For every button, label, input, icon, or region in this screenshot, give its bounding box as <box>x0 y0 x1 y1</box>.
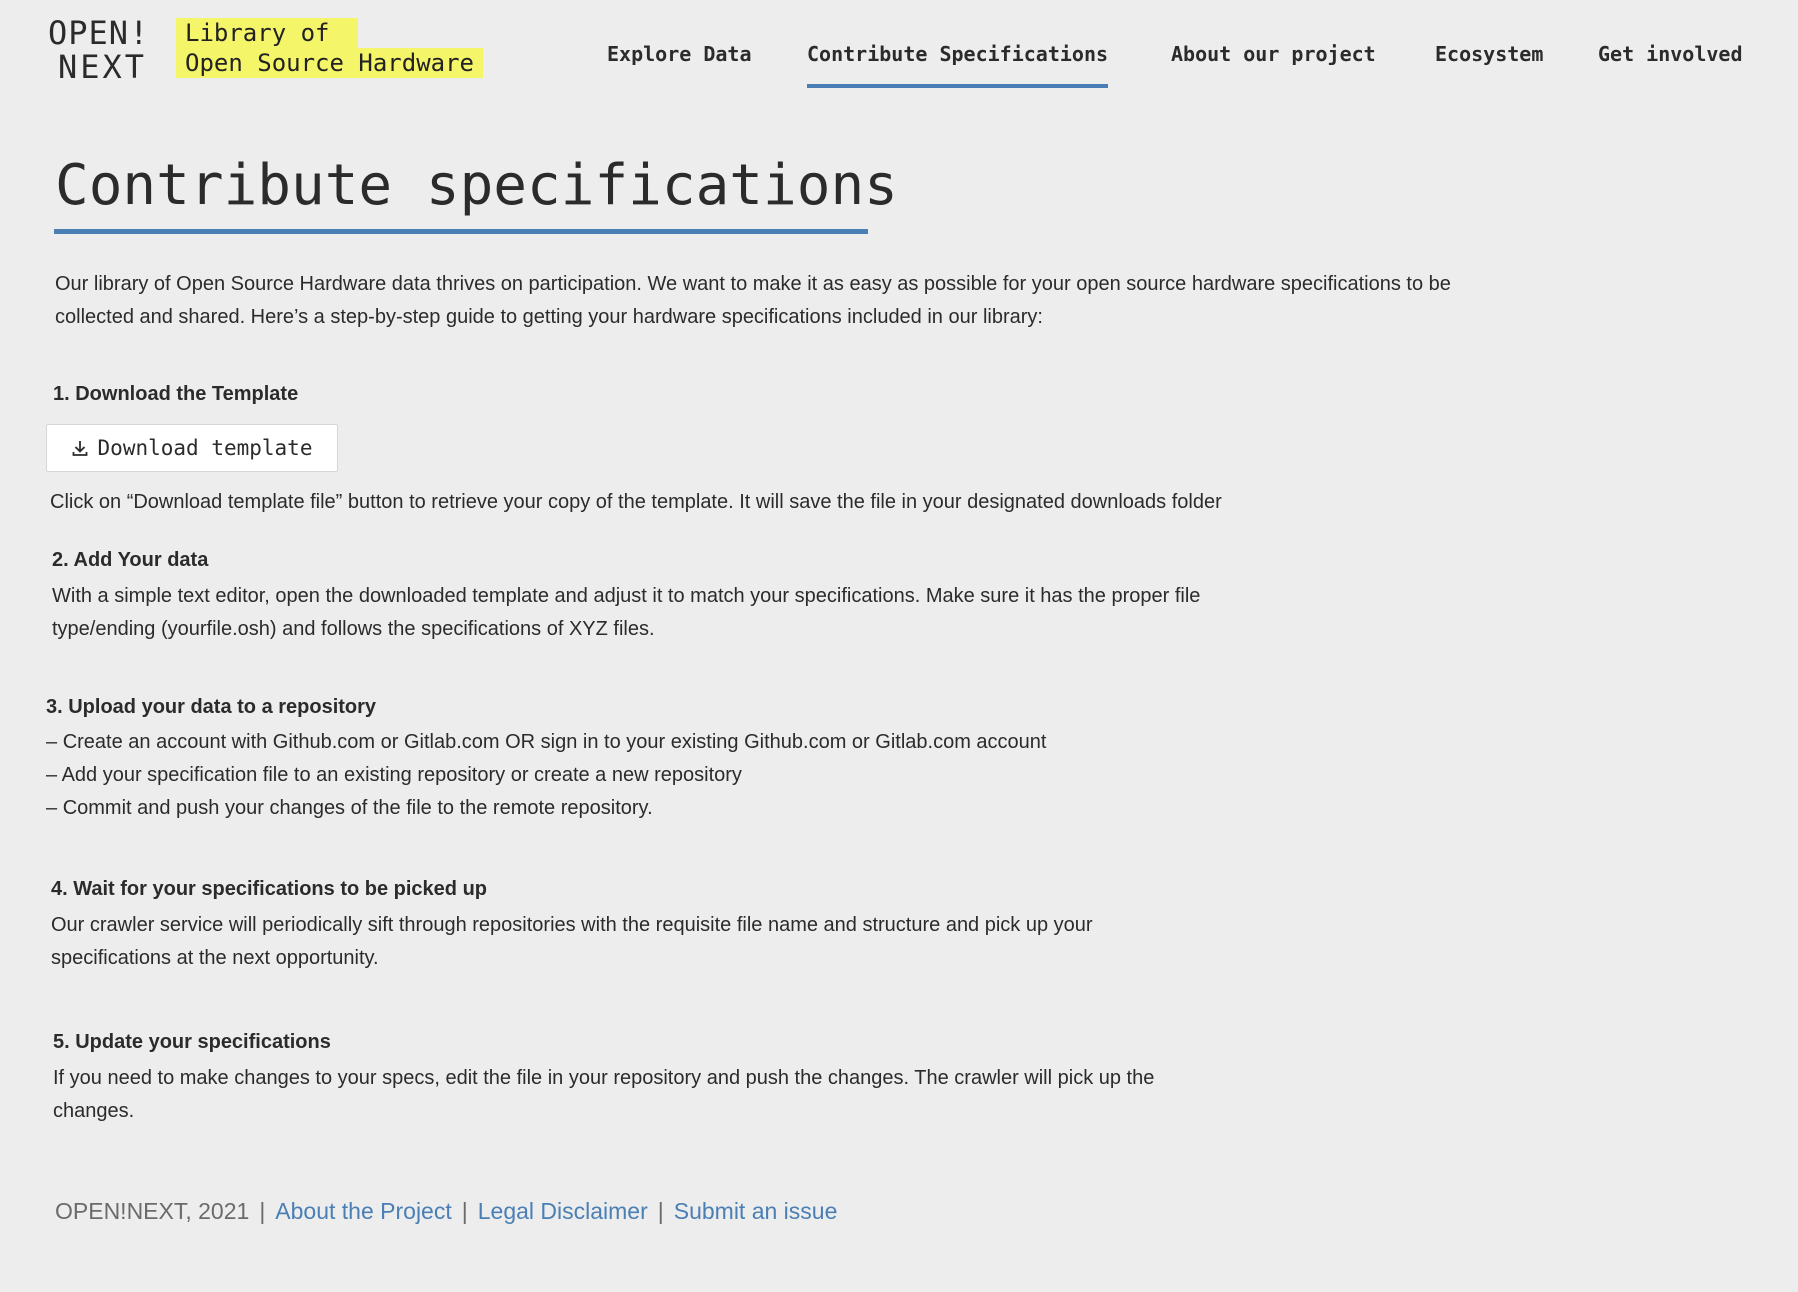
nav-ecosystem[interactable]: Ecosystem <box>1435 40 1543 68</box>
footer-link-submit-issue[interactable]: Submit an issue <box>674 1198 838 1224</box>
step-1-heading: 1. Download the Template <box>53 383 299 405</box>
footer-separator: | <box>657 1198 664 1224</box>
download-icon <box>72 439 88 457</box>
step-3-list: Create an account with Github.com or Git… <box>46 726 1047 825</box>
footer: OPEN!NEXT, 2021 | About the Project | Legal … <box>55 1193 837 1229</box>
download-template-label: Download template <box>97 436 313 460</box>
footer-link-legal-disclaimer[interactable]: Legal Disclaimer <box>478 1198 648 1224</box>
nav-about-our-project[interactable]: About our project <box>1171 40 1376 68</box>
step-1-text: Click on “Download template file” button… <box>50 491 1222 513</box>
download-template-button[interactable]: Download template <box>46 424 338 472</box>
title-underline <box>54 229 868 234</box>
list-item: Add your specification file to an existi… <box>46 759 1046 792</box>
footer-link-about-project[interactable]: About the Project <box>275 1198 451 1224</box>
intro-paragraph: Our library of Open Source Hardware data… <box>55 273 1451 328</box>
step-4-heading: 4. Wait for your specifications to be pi… <box>51 878 487 900</box>
footer-separator: | <box>259 1198 266 1224</box>
nav-get-involved[interactable]: Get involved <box>1598 40 1743 68</box>
step-5-heading: 5. Update your specifications <box>53 1031 331 1053</box>
step-2-text: With a simple text editor, open the down… <box>52 585 1201 640</box>
step-2-heading: 2. Add Your data <box>52 549 209 571</box>
step-5-text: If you need to make changes to your spec… <box>53 1067 1155 1122</box>
footer-copyright: OPEN!NEXT, 2021 <box>55 1198 250 1224</box>
step-3-heading: 3. Upload your data to a repository <box>46 696 377 718</box>
main-nav: Explore Data Contribute Specifications A… <box>0 40 1798 90</box>
page-title: Contribute specifications <box>55 153 898 218</box>
footer-separator: | <box>461 1198 468 1224</box>
nav-contribute-specifications[interactable]: Contribute Specifications <box>807 40 1109 88</box>
list-item: Create an account with Github.com or Git… <box>46 726 1047 759</box>
nav-explore-data[interactable]: Explore Data <box>607 40 752 68</box>
list-item: Commit and push your changes of the file… <box>46 792 1046 825</box>
step-4-text: Our crawler service will periodically si… <box>51 914 1093 969</box>
